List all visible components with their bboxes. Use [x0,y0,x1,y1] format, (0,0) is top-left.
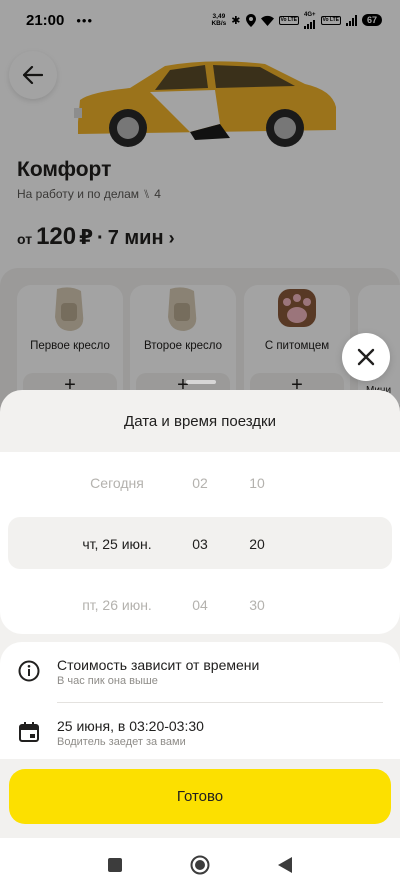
picker-date-option[interactable]: Сегодня [62,475,172,491]
price-info-title: Стоимость зависит от времени [57,657,260,673]
info-icon [18,660,40,682]
calendar-icon [19,722,39,742]
picker-minute-option[interactable]: 30 [241,597,273,613]
back-nav-button[interactable] [273,853,297,877]
sheet-title: Дата и время поездки [124,413,276,430]
date-info-row: 25 июня, в 03:20-03:30 Водитель заедет з… [0,711,400,767]
picker-hour-selected[interactable]: 03 [184,536,216,552]
picker-hour-option[interactable]: 02 [184,475,216,491]
picker-minute-option[interactable]: 10 [241,475,273,491]
picker-date-option[interactable]: пт, 26 июн. [62,597,172,613]
info-divider [57,702,383,703]
triangle-back-icon [278,857,292,873]
date-info-subtitle: Водитель заедет за вами [57,736,186,748]
price-info-subtitle: В час пик она выше [57,675,158,687]
done-button[interactable]: Готово [9,769,391,824]
home-button[interactable] [188,853,212,877]
picker-date-selected[interactable]: чт, 25 июн. [62,536,172,552]
square-icon [108,858,122,872]
picker-minute-selected[interactable]: 20 [241,536,273,552]
date-info-title: 25 июня, в 03:20-03:30 [57,718,204,734]
close-icon [357,348,375,366]
close-button[interactable] [342,333,390,381]
home-circle-icon [190,855,210,875]
price-info-row: Стоимость зависит от времени В час пик о… [0,650,400,706]
sheet-grabber[interactable] [186,380,216,384]
picker-hour-option[interactable]: 04 [184,597,216,613]
recent-apps-button[interactable] [103,853,127,877]
